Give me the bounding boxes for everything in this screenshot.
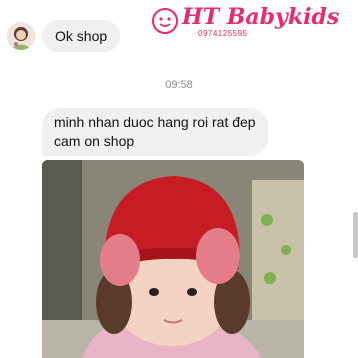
- watermark-brand: HT Babykids: [182, 4, 340, 30]
- baby-photo-illustration: [42, 160, 304, 358]
- chat-thread: Ok shop 09:58 minh nhan duoc hang roi ra…: [0, 0, 358, 358]
- message-text-line-2: cam on shop: [54, 133, 135, 149]
- avatar-image: [7, 22, 35, 50]
- message-bubble-ok-shop[interactable]: Ok shop: [42, 20, 121, 52]
- message-text-line-1: minh nhan duoc hang roi rat đep: [54, 114, 256, 130]
- user-avatar[interactable]: [7, 22, 35, 50]
- message-photo[interactable]: [42, 160, 304, 358]
- message-timestamp: 09:58: [165, 79, 193, 91]
- scrollbar-handle[interactable]: [353, 212, 358, 258]
- message-bubble-reply[interactable]: minh nhan duoc hang roi rat đep cam on s…: [42, 108, 268, 156]
- photo-watermark: HT Babykids 0974125595: [150, 4, 355, 44]
- message-text: Ok shop: [55, 27, 108, 44]
- babykids-logo-icon: [152, 8, 178, 34]
- watermark-phone: 0974125595: [198, 29, 248, 38]
